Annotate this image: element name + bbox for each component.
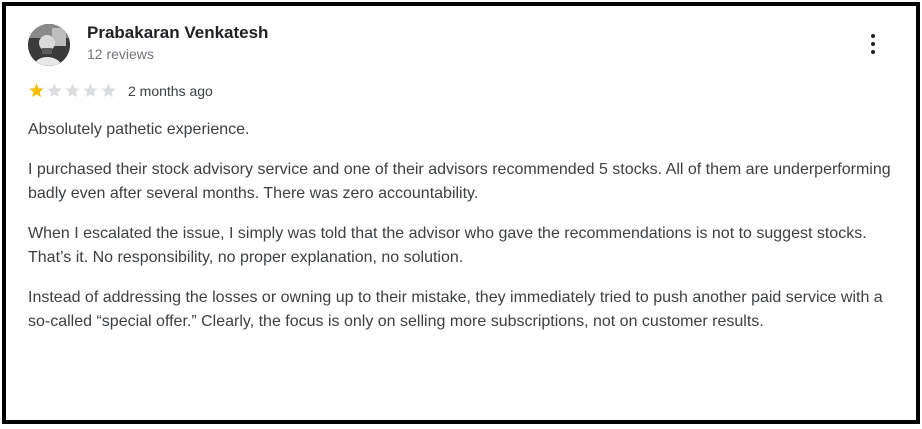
star-empty-icon xyxy=(83,83,98,98)
review-card: Prabakaran Venkatesh 12 reviews 2 months… xyxy=(2,2,920,424)
more-vert-icon-dot xyxy=(871,50,875,54)
star-filled-icon xyxy=(29,83,44,98)
review-paragraph: When I escalated the issue, I simply was… xyxy=(28,225,867,266)
review-paragraph: Absolutely pathetic experience. xyxy=(28,121,250,138)
more-options-button[interactable] xyxy=(864,30,882,60)
review-date: 2 months ago xyxy=(128,83,213,99)
review-paragraph: I purchased their stock advisory service… xyxy=(28,161,891,202)
more-vert-icon xyxy=(871,34,875,38)
reviewer-name[interactable]: Prabakaran Venkatesh xyxy=(87,23,268,43)
avatar-photo-icon xyxy=(28,24,70,66)
star-rating xyxy=(28,82,117,99)
star-empty-icon xyxy=(47,83,62,98)
review-text: Absolutely pathetic experience. I purcha… xyxy=(28,118,898,350)
reviewer-review-count[interactable]: 12 reviews xyxy=(87,46,154,62)
star-empty-icon xyxy=(101,83,116,98)
review-paragraph: Instead of addressing the losses or owni… xyxy=(28,289,883,330)
reviewer-avatar[interactable] xyxy=(28,24,70,66)
star-empty-icon xyxy=(65,83,80,98)
more-vert-icon-dot xyxy=(871,42,875,46)
